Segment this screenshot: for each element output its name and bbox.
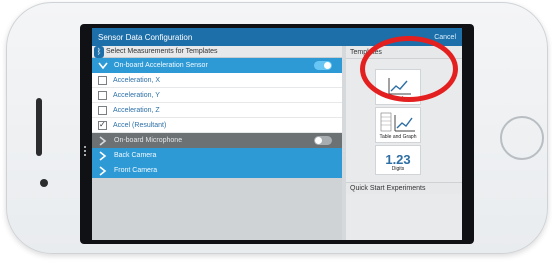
measurements-header: ᛒ Select Measurements for Templates	[92, 46, 342, 58]
measurement-label: Acceleration, Y	[113, 91, 160, 99]
microphone-toggle[interactable]	[314, 136, 332, 145]
template-caption: Table and Graph	[379, 134, 417, 140]
checkbox-checked[interactable]	[98, 120, 107, 130]
measurement-item-accel-x[interactable]: Acceleration, X	[92, 73, 342, 88]
bluetooth-icon[interactable]: ᛒ	[94, 46, 104, 58]
measurement-label: Acceleration, Z	[113, 106, 160, 114]
checkbox[interactable]	[98, 75, 107, 85]
cancel-button[interactable]: Cancel	[434, 34, 456, 41]
chevron-down-icon	[98, 61, 108, 71]
panel-divider-grip[interactable]	[343, 146, 345, 156]
phone-side-button	[36, 98, 42, 156]
section-microphone-label: On-board Microphone	[114, 137, 183, 144]
checkbox[interactable]	[98, 90, 107, 100]
section-acceleration[interactable]: On-board Acceleration Sensor	[92, 58, 342, 73]
table-graph-icon	[380, 112, 415, 132]
chevron-right-icon	[98, 150, 108, 161]
measurement-item-accel-z[interactable]: Acceleration, Z	[92, 103, 342, 118]
phone-camera-dot	[40, 179, 48, 187]
section-acceleration-label: On-board Acceleration Sensor	[114, 62, 208, 69]
section-front-camera-label: Front Camera	[114, 167, 158, 174]
measurement-item-accel-resultant[interactable]: Accel (Resultant)	[92, 118, 342, 133]
red-highlight-circle	[360, 36, 458, 102]
measurement-item-accel-y[interactable]: Acceleration, Y	[92, 88, 342, 103]
template-digits-tile[interactable]: 1.23 Digits	[375, 145, 421, 175]
measurement-label: Acceleration, X	[113, 76, 161, 84]
checkbox[interactable]	[98, 105, 107, 115]
chevron-right-icon	[98, 165, 108, 176]
template-caption: Digits	[391, 166, 405, 172]
dialog-title: Sensor Data Configuration	[98, 32, 193, 42]
section-front-camera[interactable]: Front Camera	[92, 163, 342, 178]
template-table-graph-tile[interactable]: Table and Graph	[375, 107, 421, 143]
chevron-right-icon	[98, 135, 108, 146]
measurements-header-label: Select Measurements for Templates	[106, 48, 218, 55]
home-button[interactable]	[500, 116, 544, 160]
measurement-label: Accel (Resultant)	[113, 121, 167, 129]
section-back-camera-label: Back Camera	[114, 152, 157, 159]
quick-start-header: Quick Start Experiments	[346, 182, 462, 194]
acceleration-toggle[interactable]	[314, 61, 332, 70]
left-resize-grip[interactable]	[84, 146, 86, 156]
digits-value: 1.23	[385, 152, 411, 167]
section-back-camera[interactable]: Back Camera	[92, 148, 342, 163]
measurements-panel: ᛒ Select Measurements for Templates On-b…	[92, 46, 342, 240]
section-microphone[interactable]: On-board Microphone	[92, 133, 342, 148]
